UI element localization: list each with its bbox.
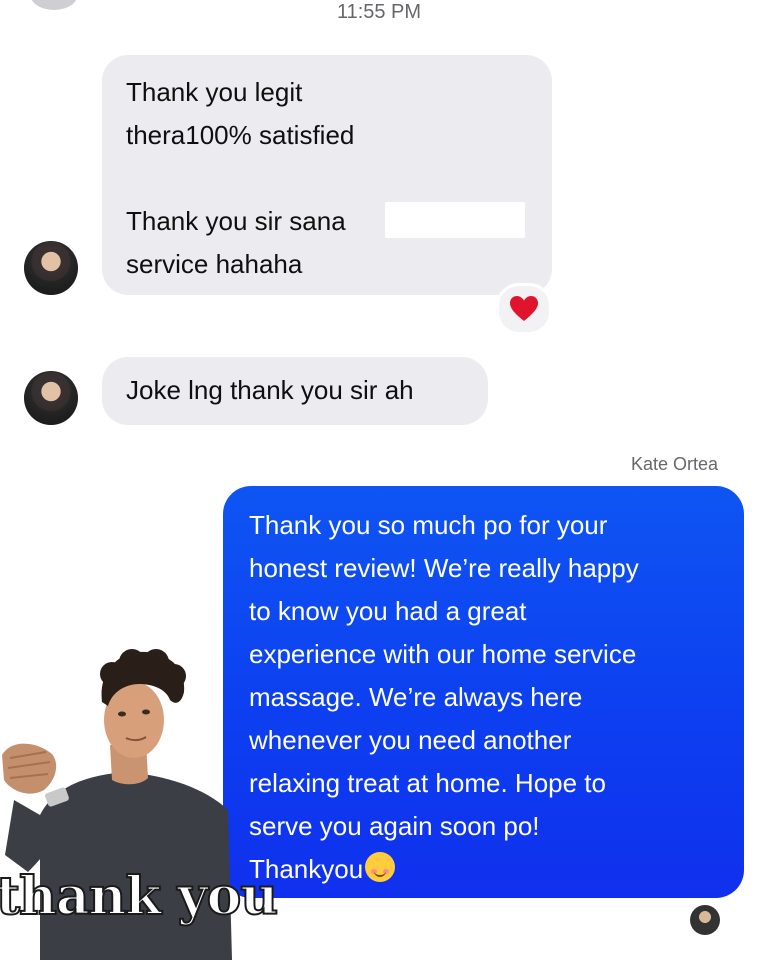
message-line: honest review! We’re really happy xyxy=(249,553,639,583)
message-line: relaxing treat at home. Hope to xyxy=(249,768,606,798)
message-line: service hahaha xyxy=(126,249,303,279)
contact-avatar[interactable] xyxy=(24,241,78,295)
redacted-area xyxy=(385,202,525,238)
message-line: experience with our home service xyxy=(249,639,637,669)
message-line: to know you had a great xyxy=(249,596,527,626)
message-line-last: Thankyou xyxy=(249,848,724,891)
message-line: whenever you need another xyxy=(249,725,572,755)
message-line: thera100% satisfied xyxy=(126,120,355,150)
message-line: massage. We’re always here xyxy=(249,682,583,712)
message-line xyxy=(126,157,528,200)
incoming-message-bubble[interactable]: Thank you legit thera100% satisfied Than… xyxy=(102,55,552,295)
sender-name: Kate Ortea xyxy=(630,454,718,474)
message-reaction[interactable] xyxy=(496,283,552,335)
heart-icon xyxy=(510,296,538,321)
message-line: serve you again soon po! xyxy=(249,811,540,841)
smiling-face-emoji-icon xyxy=(365,852,396,882)
message-timestamp: 11:55 PM xyxy=(336,1,422,23)
message-line: Joke lng thank you sir ah xyxy=(126,375,414,405)
incoming-message-bubble[interactable]: Joke lng thank you sir ah xyxy=(102,357,488,425)
sticker-caption: thank you xyxy=(0,865,279,928)
outgoing-message-bubble[interactable]: Thank you so much po for your honest rev… xyxy=(223,486,744,898)
message-line: Thank you so much po for your xyxy=(249,510,608,540)
read-receipt-avatar xyxy=(690,905,720,935)
message-line: Thank you legit xyxy=(126,77,303,107)
contact-avatar[interactable] xyxy=(24,371,78,425)
